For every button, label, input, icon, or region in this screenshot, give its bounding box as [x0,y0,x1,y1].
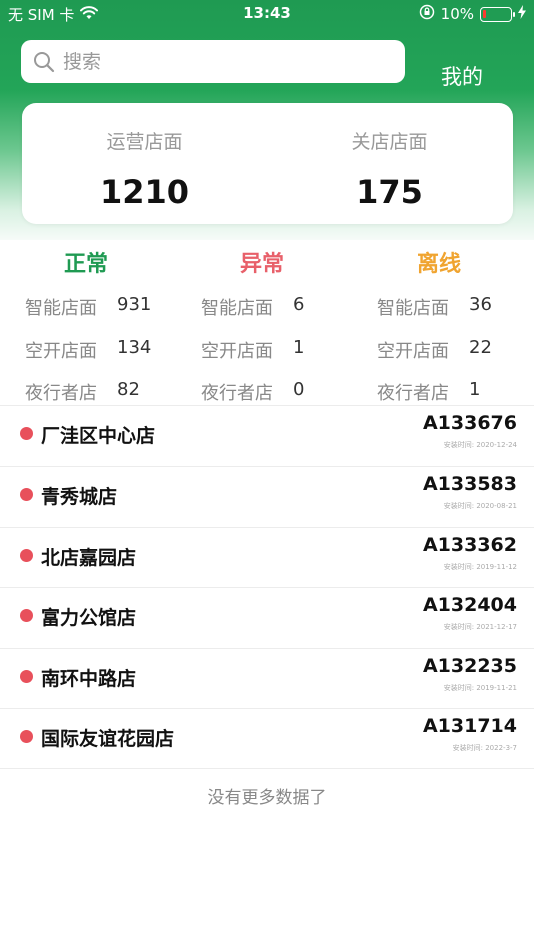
metric-row: 智能店面 931 [25,294,151,320]
store-name: 青秀城店 [41,486,118,508]
metric-row: 智能店面 6 [201,294,304,320]
metric-row: 智能店面 36 [377,294,492,320]
store-name: 北店嘉园店 [41,547,137,569]
metric-value: 0 [293,379,305,400]
store-code: A133583 [422,473,517,495]
store-name: 南环中路店 [41,668,137,690]
summary-card: 运营店面 1210 关店店面 175 [22,103,513,224]
status-dot [20,427,33,440]
status-dot [20,549,33,562]
divider [0,768,534,769]
status-col-normal[interactable]: 正常 智能店面 931 空开店面 134 夜行者店 82 [0,240,178,405]
metric-label: 智能店面 [377,298,449,319]
store-list-item[interactable]: 北店嘉园店 A133362 安装时间: 2019-11-12 [0,528,534,588]
closed-stores-value: 175 [356,173,423,211]
install-date: 安装时间: 2019-11-21 [443,684,517,692]
store-list-item[interactable]: 富力公馆店 A132404 安装时间: 2021-12-17 [0,588,534,648]
status-dot [20,488,33,501]
status-title-offline: 离线 [417,252,462,277]
metric-value: 82 [117,379,140,400]
metric-row: 夜行者店 1 [377,379,480,405]
metric-label: 空开店面 [201,341,273,362]
status-dot [20,730,33,743]
metric-label: 智能店面 [25,298,97,319]
store-list-item[interactable]: 国际友谊花园店 A131714 安装时间: 2022-3-7 [0,709,534,769]
install-date: 安装时间: 2020-12-24 [443,441,517,449]
no-more-data-label: 没有更多数据了 [207,788,327,808]
status-right: 10% [419,4,526,24]
metric-label: 智能店面 [201,298,273,319]
mine-button[interactable]: 我的 [441,61,483,91]
store-list-item[interactable]: 青秀城店 A133583 安装时间: 2020-08-21 [0,467,534,527]
metric-row: 空开店面 1 [201,337,304,363]
metric-label: 夜行者店 [25,383,97,404]
metric-value: 22 [469,337,492,358]
store-code: A133676 [422,412,517,434]
metric-value: 1 [469,379,481,400]
status-col-offline[interactable]: 离线 智能店面 36 空开店面 22 夜行者店 1 [352,240,530,405]
metric-label: 空开店面 [25,341,97,362]
metric-row: 空开店面 134 [25,337,151,363]
status-dot [20,670,33,683]
install-date: 安装时间: 2021-12-17 [443,623,517,631]
metric-row: 夜行者店 82 [25,379,140,405]
metric-value: 134 [117,337,152,358]
metric-value: 931 [117,294,152,315]
charging-icon [518,5,526,23]
operating-stores-stat[interactable]: 运营店面 1210 [22,103,267,224]
metric-row: 夜行者店 0 [201,379,304,405]
status-breakdown: 正常 智能店面 931 空开店面 134 夜行者店 82 异常 智能店面 6 空… [0,240,534,405]
search-bar[interactable] [21,40,405,83]
operating-stores-value: 1210 [99,173,190,211]
closed-stores-label: 关店店面 [351,131,428,153]
status-title-normal: 正常 [64,252,109,277]
metric-value: 1 [293,337,305,358]
battery-icon [480,6,515,22]
metric-value: 36 [469,294,492,315]
operating-stores-label: 运营店面 [106,131,183,153]
store-list-item[interactable]: 厂洼区中心店 A133676 安装时间: 2020-12-24 [0,406,534,466]
store-name: 富力公馆店 [41,607,137,629]
search-input[interactable] [63,50,363,73]
status-col-abnormal[interactable]: 异常 智能店面 6 空开店面 1 夜行者店 0 [176,240,354,405]
install-date: 安装时间: 2019-11-12 [443,563,517,571]
metric-label: 夜行者店 [201,383,273,404]
store-name: 厂洼区中心店 [41,425,156,447]
status-title-abnormal: 异常 [240,252,285,277]
metric-value: 6 [293,294,305,315]
metric-row: 空开店面 22 [377,337,492,363]
metric-label: 夜行者店 [377,383,449,404]
store-code: A131714 [422,715,517,737]
install-date: 安装时间: 2020-08-21 [443,502,517,510]
install-date: 安装时间: 2022-3-7 [452,744,517,752]
store-name: 国际友谊花园店 [41,728,175,750]
store-code: A133362 [422,534,517,556]
closed-stores-stat[interactable]: 关店店面 175 [267,103,512,224]
store-list-item[interactable]: 南环中路店 A132235 安装时间: 2019-11-21 [0,649,534,709]
status-dot [20,609,33,622]
metric-label: 空开店面 [377,341,449,362]
search-icon [34,51,55,72]
rotation-lock-icon [419,4,435,24]
store-code: A132235 [422,655,517,677]
status-bar: 无 SIM 卡 13:43 10% [0,0,534,28]
store-code: A132404 [422,594,517,616]
battery-percent: 10% [440,5,474,23]
